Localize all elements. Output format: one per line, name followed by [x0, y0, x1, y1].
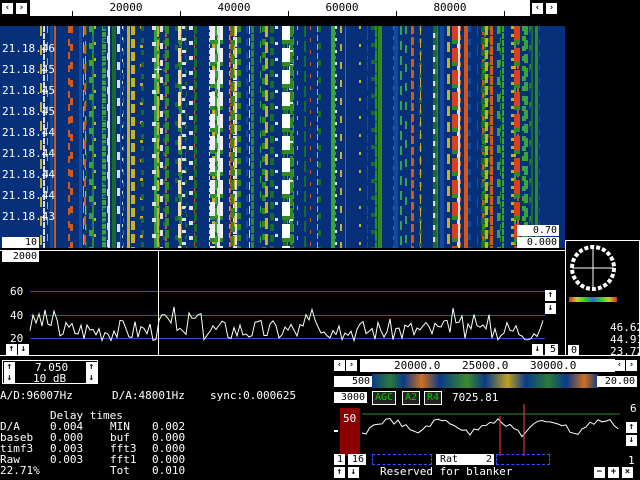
arrow-down-button[interactable]: ↓: [86, 373, 97, 384]
freq-label: 30000.0: [530, 359, 577, 372]
time-label: 21.18.44: [2, 168, 55, 181]
spectrum-display[interactable]: [0, 250, 565, 356]
scroll-right-button[interactable]: ›: [626, 360, 637, 371]
scroll-left-button[interactable]: ‹: [2, 3, 13, 14]
spectrum-trace: [29, 306, 544, 343]
time-label: 21.18.45: [2, 84, 55, 97]
rat-label: Rat: [440, 454, 459, 465]
freq-label: 40000: [217, 1, 251, 14]
close-button[interactable]: ×: [622, 467, 633, 478]
frequency-scale: 20000 40000 60000 80000: [30, 0, 530, 16]
level-bar[interactable]: 50: [340, 408, 360, 456]
arrow-up-button[interactable]: ↑: [545, 290, 556, 301]
meter-zero-box[interactable]: 0: [568, 345, 579, 356]
rat-control[interactable]: Rat 2: [436, 454, 494, 465]
arrow-down-button[interactable]: ↓: [348, 467, 359, 478]
arrow-up-button[interactable]: ↑: [4, 362, 15, 373]
scroll-left-button[interactable]: ‹: [532, 3, 543, 14]
arrow-down-button[interactable]: ↓: [18, 344, 29, 355]
plus-button[interactable]: +: [608, 467, 619, 478]
baseband-avg-box[interactable]: 500: [334, 376, 372, 387]
s-meter-panel: 46.62 44.91 23.72 0: [565, 240, 640, 358]
waterfall-avg-box[interactable]: 10: [2, 237, 39, 248]
scroll-right-button[interactable]: ›: [546, 3, 557, 14]
scale-bottom-value: 1: [628, 454, 635, 467]
scroll-left-button[interactable]: ‹: [334, 360, 345, 371]
da-rate: D/A:48001Hz: [112, 389, 185, 402]
ad-rate: A/D:96007Hz: [0, 389, 73, 402]
scroll-right-button[interactable]: ›: [346, 360, 357, 371]
baseband-spectrum[interactable]: [362, 404, 622, 456]
time-label: 21.18.44: [2, 189, 55, 202]
y-label: 60: [10, 285, 24, 298]
spectrum-avg-box[interactable]: 5: [545, 344, 558, 355]
agc-toggle[interactable]: AGC: [372, 391, 397, 405]
scale-top-value: 6: [630, 402, 637, 415]
waterfall-gain-box[interactable]: 0.70: [517, 225, 559, 236]
arrow-down-button[interactable]: ↓: [545, 303, 556, 314]
arrow-up-button[interactable]: ↑: [6, 344, 17, 355]
mode-box[interactable]: 1: [334, 454, 345, 465]
arrow-down-button[interactable]: ↓: [4, 373, 15, 384]
scroll-right-button[interactable]: ›: [16, 3, 27, 14]
time-label: 21.18.44: [2, 147, 55, 160]
delay-cell: 0.010: [152, 464, 186, 477]
spectrum-bw-box[interactable]: 2000: [2, 251, 39, 262]
scroll-left-button[interactable]: ‹: [614, 360, 625, 371]
y-label: 40: [10, 309, 24, 322]
arrow-down-button[interactable]: ↓: [532, 344, 543, 355]
polarization-circle-icon: [569, 243, 617, 293]
baseband-panel: ‹ › 20000.0 25000.0 30000.0 ‹ › 500 20.0…: [332, 358, 640, 480]
option-box[interactable]: [496, 454, 550, 465]
bandwidth-box[interactable]: 3000: [334, 392, 367, 403]
delay-cell: Tot: [110, 464, 130, 477]
time-label: 21.18.46: [2, 42, 55, 55]
option-box[interactable]: [372, 454, 432, 465]
freq-label: 60000: [325, 1, 359, 14]
delay-cell: 22.71%: [0, 464, 40, 477]
delay-cell: 0.003: [50, 453, 84, 466]
meter-value: 23.72: [610, 345, 640, 358]
baseband-freq: 7025.81: [452, 391, 499, 404]
time-label: 21.18.45: [2, 63, 55, 76]
time-label: 21.18.44: [2, 126, 55, 139]
a2-toggle[interactable]: A2: [402, 391, 421, 405]
baseband-gain-box[interactable]: 20.00: [597, 376, 637, 387]
time-label: 21.18.43: [2, 210, 55, 223]
arrow-up-button[interactable]: ↑: [86, 362, 97, 373]
time-label: 21.18.45: [2, 105, 55, 118]
freq-label: 20000: [109, 1, 143, 14]
freq-label: 80000: [433, 1, 467, 14]
r4-toggle[interactable]: R4: [424, 391, 443, 405]
waterfall-zero-box[interactable]: 0.000: [517, 237, 559, 248]
main-db-value[interactable]: 10 dB: [33, 372, 66, 385]
filter-box[interactable]: 16: [348, 454, 366, 465]
baseband-waterfall[interactable]: [372, 374, 598, 388]
minus-button[interactable]: −: [594, 467, 605, 478]
freq-label: 20000.0: [394, 359, 441, 372]
blanker-label: Reserved for blanker: [380, 465, 513, 478]
rat-value: 2: [485, 454, 492, 465]
arrow-up-button[interactable]: ↑: [626, 422, 637, 433]
main-freq-control: ↑ ↓ 7.050 10 dB ↑ ↓: [2, 360, 98, 385]
arrow-up-button[interactable]: ↑: [334, 467, 345, 478]
sync-value: sync:0.000625: [210, 389, 297, 402]
waterfall-display[interactable]: [0, 26, 565, 248]
arrow-down-button[interactable]: ↓: [626, 435, 637, 446]
level-value: 50: [343, 412, 357, 425]
cursor-crosshair-icon: +: [154, 62, 163, 78]
baseband-scale: 20000.0 25000.0 30000.0: [360, 359, 615, 372]
freq-label: 25000.0: [462, 359, 509, 372]
